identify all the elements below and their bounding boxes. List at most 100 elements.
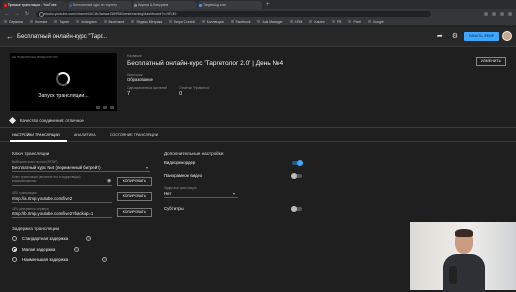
page-title: Бесплатный онлайн-курс "Тарг... xyxy=(17,33,108,40)
bookmark-item[interactable]: Instagram xyxy=(76,20,97,24)
bookmark-item[interactable]: Pixel xyxy=(348,20,361,24)
select-underline xyxy=(12,171,150,172)
site-favicon-icon xyxy=(134,3,137,7)
bookmark-item[interactable]: Контакт xyxy=(30,20,47,24)
panorama-label: Панорамное видео xyxy=(164,173,203,178)
address-bar-row: ← → ↻ studio.youtube.com/channel/UC8c3ww… xyxy=(0,9,516,18)
dropdown-arrow-icon[interactable]: ▾ xyxy=(233,191,235,196)
webcam-overlay xyxy=(410,222,516,292)
bookmark-item[interactable]: Вконтакте xyxy=(103,20,124,24)
profile-icon[interactable] xyxy=(500,11,504,16)
stream-key-section-title: Ключ трансляции xyxy=(12,151,50,156)
bookmark-item[interactable]: Бюро Статей xyxy=(169,20,195,24)
latency-ultralow-radio[interactable] xyxy=(12,257,17,262)
browser-tab-targetolog[interactable]: Targetolog.com xyxy=(198,1,262,9)
preview-status-text: Запуск трансляции... xyxy=(38,93,89,99)
bookmark-item[interactable]: Google xyxy=(367,20,384,24)
browser-tab-bar: Прямые трансляции - YouTube Бесплатный к… xyxy=(0,0,516,9)
viewers-count: 7 xyxy=(127,91,131,97)
help-icon[interactable]: ? xyxy=(102,257,107,262)
bookmark-item[interactable]: PR xyxy=(331,20,341,24)
settings-icon[interactable] xyxy=(110,106,114,109)
youtube-favicon-icon xyxy=(4,3,7,7)
key-underline xyxy=(12,185,112,186)
copy-key-button[interactable]: КОПИРОВАТЬ xyxy=(117,177,152,186)
latency-low-label[interactable]: Малая задержка xyxy=(22,247,55,252)
dvr-toggle[interactable] xyxy=(292,160,303,166)
menu-dots-icon[interactable] xyxy=(508,11,512,16)
avatar[interactable] xyxy=(502,31,512,41)
forward-arrow-icon[interactable]: → xyxy=(14,11,20,17)
back-arrow-icon[interactable]: ← xyxy=(6,32,14,41)
fullscreen-icon[interactable] xyxy=(103,106,107,109)
subtitles-toggle[interactable] xyxy=(291,206,302,212)
browser-tab-course[interactable]: Бесплатный курс по таргету xyxy=(68,1,132,9)
tab-stream-settings[interactable]: НАСТРОЙКИ ТРАНСЛЯЦИИ xyxy=(12,133,60,137)
loading-spinner-icon xyxy=(56,72,70,86)
browser-tab-youtube[interactable]: Прямые трансляции - YouTube xyxy=(3,1,67,9)
connection-quality: Качество соединения: отличное xyxy=(8,116,84,125)
toggle-knob xyxy=(297,160,303,166)
subtitles-label: Субтитры xyxy=(164,206,184,211)
help-icon[interactable]: ? xyxy=(86,236,91,241)
eye-hidden-icon[interactable]: ◉ xyxy=(107,178,111,184)
stream-url-field[interactable]: rtmp://a.rtmp.youtube.com/live2 xyxy=(12,196,72,201)
stream-title: Бесплатный онлайн-курс 'Таргетолог 2.0' … xyxy=(127,60,284,67)
diamond-icon xyxy=(8,116,17,125)
stream-url-label: URL трансляции xyxy=(12,191,37,195)
bookmark-item[interactable]: Kaizen xyxy=(309,20,325,24)
title-label: Название xyxy=(127,54,142,58)
delay-select[interactable]: Нет xyxy=(164,191,171,196)
delay-underline xyxy=(164,197,238,198)
new-tab-button[interactable]: + xyxy=(266,1,270,9)
gear-icon[interactable]: ⚙ xyxy=(452,33,458,41)
bookmark-item[interactable]: Яндекс.Метрика xyxy=(131,20,162,24)
extension-icon[interactable] xyxy=(492,11,496,16)
back-arrow-icon[interactable]: ← xyxy=(4,11,10,17)
stream-info: Название Бесплатный онлайн-курс 'Таргето… xyxy=(127,54,283,97)
presenter-image xyxy=(443,229,485,292)
active-tab-indicator xyxy=(10,140,67,142)
stream-key-select[interactable]: Бесплатный курс №4 (переменный битрейт) xyxy=(12,165,101,170)
latency-standard-label[interactable]: Стандартная задержка xyxy=(22,236,68,241)
stream-preview: НЕ ПОДКЛЮЧЕН ВИДЕОПОТОК Запуск трансляци… xyxy=(10,53,117,111)
panorama-toggle[interactable] xyxy=(291,173,302,179)
bookmark-item[interactable]: Facebook xyxy=(230,20,250,24)
backup-url-field[interactable]: rtmp://b.rtmp.youtube.com/live2?backup=1 xyxy=(12,211,93,216)
volume-icon[interactable] xyxy=(96,106,100,109)
reload-icon[interactable]: ↻ xyxy=(24,11,30,17)
category-value: Образование xyxy=(127,77,153,82)
edit-button[interactable]: ИЗМЕНИТЬ xyxy=(476,57,506,66)
tab-stream-health[interactable]: СОСТОЯНИЕ ТРАНСЛЯЦИИ xyxy=(110,133,158,137)
help-icon[interactable]: ? xyxy=(74,247,79,252)
copy-backup-button[interactable]: КОПИРОВАТЬ xyxy=(117,208,152,217)
url-underline xyxy=(12,202,112,203)
dropdown-arrow-icon[interactable]: ▾ xyxy=(146,165,148,170)
preview-status-label: НЕ ПОДКЛЮЧЕН ВИДЕОПОТОК xyxy=(12,55,58,59)
dvr-label: Видеорекордер xyxy=(164,160,196,165)
likes-label: Отметки "Нравится" xyxy=(179,86,210,90)
settings-tabs: НАСТРОЙКИ ТРАНСЛЯЦИИ АНАЛИТИКА СОСТОЯНИЕ… xyxy=(0,127,516,142)
bookmark-item[interactable]: Ads Manager xyxy=(257,20,283,24)
bookmark-item[interactable]: Сервисы xyxy=(4,20,23,24)
extension-icon[interactable] xyxy=(484,11,488,16)
bookmark-item[interactable]: Коллекции xyxy=(201,20,224,24)
bookmarks-bar: Сервисы Контакт Таргет Instagram Вконтак… xyxy=(0,18,516,26)
latency-ultralow-label[interactable]: Наименьшая задержка xyxy=(22,257,68,262)
share-icon[interactable]: ➦ xyxy=(437,33,443,41)
copy-url-button[interactable]: КОПИРОВАТЬ xyxy=(117,192,152,201)
url-input[interactable]: studio.youtube.com/channel/UC8c3wwwrZ8HR… xyxy=(36,10,431,17)
stream-key-field[interactable]: •••••••••••••••••••• xyxy=(12,179,37,183)
studio-header: ← Бесплатный онлайн-курс "Тарг... ➦ ⚙ НА… xyxy=(0,27,516,47)
latency-low-radio[interactable] xyxy=(12,247,17,252)
bookmark-item[interactable]: Таргет xyxy=(54,20,69,24)
browser-tab-akulov[interactable]: Акулов & Бачурина xyxy=(133,1,197,9)
connection-quality-text: Качество соединения: отличное xyxy=(20,118,84,123)
additional-settings-title: Дополнительные настройки xyxy=(164,151,224,156)
backup-underline xyxy=(12,217,112,218)
tab-analytics[interactable]: АНАЛИТИКА xyxy=(74,133,96,137)
bookmark-item[interactable]: CRM xyxy=(289,20,302,24)
latency-standard-radio[interactable] xyxy=(12,236,17,241)
stream-key-select-label: Выберите ключ потока (RTMP) xyxy=(12,160,58,164)
go-live-button[interactable]: НАЧАТЬ ЭФИР xyxy=(463,32,499,41)
